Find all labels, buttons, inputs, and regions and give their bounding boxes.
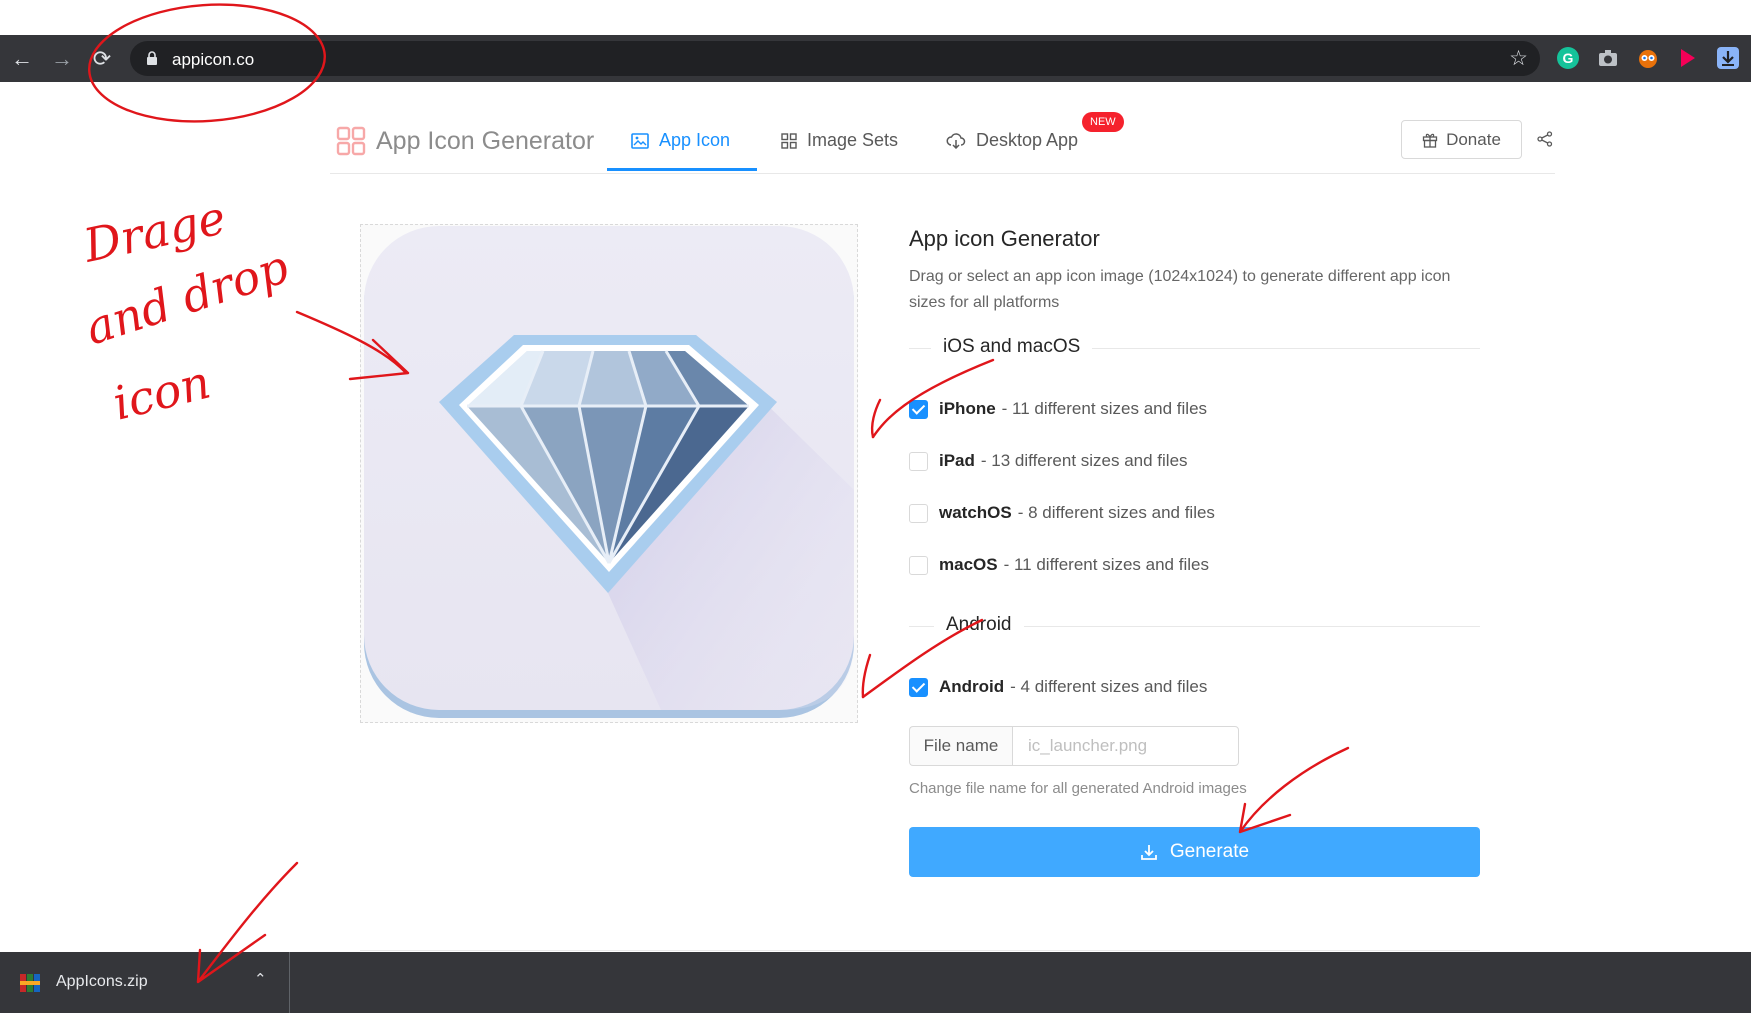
zip-file-icon — [20, 974, 40, 992]
option-name: macOS — [939, 555, 998, 574]
file-name-help: Change file name for all generated Andro… — [909, 780, 1247, 797]
download-item[interactable]: AppIcons.zip ⌃ — [0, 952, 290, 1013]
brand-title: App Icon Generator — [376, 126, 595, 155]
option-desc: - 4 different sizes and files — [1010, 677, 1208, 696]
file-name-group: File name ic_launcher.png — [909, 726, 1239, 766]
download-ext-icon[interactable] — [1717, 47, 1739, 69]
forward-button[interactable]: → — [49, 46, 75, 72]
cloud-download-icon — [946, 132, 966, 149]
macos-checkbox[interactable] — [909, 555, 928, 575]
option-name: iPad — [939, 451, 975, 470]
option-desc: - 11 different sizes and files — [1001, 399, 1208, 418]
option-name: iPhone — [939, 399, 996, 418]
browser-toolbar: ← → ⟳ appicon.co ☆ G — [0, 35, 1751, 82]
panel-description: Drag or select an app icon image (1024x1… — [909, 268, 1451, 311]
share-icon[interactable] — [1537, 131, 1553, 147]
watchos-checkbox[interactable] — [909, 503, 928, 523]
handwriting-line-3: icon — [108, 355, 216, 431]
brand[interactable]: App Icon Generator — [336, 126, 594, 156]
file-name-label: File name — [909, 726, 1012, 766]
tab-image-sets[interactable]: Image Sets — [781, 130, 898, 151]
chevron-up-icon[interactable]: ⌃ — [254, 970, 267, 988]
donate-label: Donate — [1446, 129, 1501, 149]
options-panel: App icon Generator Drag or select an app… — [909, 224, 1480, 877]
star-icon[interactable]: ☆ — [1509, 46, 1528, 71]
active-tab-indicator — [607, 168, 757, 171]
panel-title: App icon Generator — [909, 226, 1100, 251]
file-name-input[interactable]: ic_launcher.png — [1012, 726, 1239, 766]
option-watchos[interactable]: watchOS - 8 different sizes and files — [909, 503, 1215, 523]
image-icon — [631, 132, 649, 149]
back-button[interactable]: ← — [9, 46, 35, 72]
download-filename: AppIcons.zip — [56, 973, 148, 990]
option-macos[interactable]: macOS - 11 different sizes and files — [909, 555, 1209, 575]
option-desc: - 8 different sizes and files — [1017, 503, 1215, 522]
iphone-checkbox[interactable] — [909, 399, 928, 419]
option-iphone[interactable]: iPhone - 11 different sizes and files — [909, 399, 1207, 419]
diamond-app-icon-preview — [364, 226, 854, 718]
tab-label: Image Sets — [807, 130, 899, 150]
app-header: App Icon Generator App Icon Image Sets D… — [330, 100, 1555, 174]
lock-icon — [147, 51, 157, 65]
new-badge: NEW — [1082, 112, 1124, 132]
option-android[interactable]: Android - 4 different sizes and files — [909, 677, 1207, 697]
tab-label: Desktop App — [976, 130, 1079, 150]
ios-section-title: iOS and macOS — [931, 336, 1093, 358]
ipad-checkbox[interactable] — [909, 451, 928, 471]
tab-app-icon[interactable]: App Icon — [631, 130, 730, 151]
tab-label: App Icon — [659, 130, 731, 150]
camera-icon[interactable] — [1597, 47, 1619, 69]
android-section-title: Android — [934, 614, 1024, 636]
download-shelf: AppIcons.zip ⌃ — [0, 952, 1751, 1013]
url-text: appicon.co — [172, 50, 255, 69]
generate-label: Generate — [1169, 841, 1250, 862]
donate-button[interactable]: Donate — [1401, 120, 1522, 159]
tab-desktop-app[interactable]: Desktop App — [946, 130, 1078, 151]
owl-icon[interactable] — [1637, 47, 1659, 69]
page-bottom-divider — [360, 950, 1480, 951]
app-logo-icon — [336, 126, 366, 156]
icon-dropzone[interactable] — [360, 224, 858, 723]
android-checkbox[interactable] — [909, 677, 928, 697]
option-desc: - 13 different sizes and files — [980, 451, 1188, 470]
gift-icon — [1422, 133, 1438, 148]
option-ipad[interactable]: iPad - 13 different sizes and files — [909, 451, 1188, 471]
grid-icon — [781, 132, 797, 149]
window-top-strip — [0, 0, 1751, 35]
option-name: Android — [939, 677, 1005, 696]
handwriting-line-2: and drop — [79, 239, 295, 355]
reload-button[interactable]: ⟳ — [89, 46, 115, 72]
arrow-to-generate-annotation — [1238, 746, 1350, 834]
flag-icon[interactable] — [1677, 47, 1699, 69]
generate-button[interactable]: Generate — [909, 827, 1480, 877]
handwriting-line-1: Drage — [78, 190, 230, 273]
grammarly-icon[interactable]: G — [1557, 47, 1579, 69]
option-desc: - 11 different sizes and files — [1003, 555, 1209, 574]
download-icon — [1140, 845, 1157, 860]
address-bar[interactable]: appicon.co ☆ — [130, 41, 1540, 76]
option-name: watchOS — [939, 503, 1012, 522]
